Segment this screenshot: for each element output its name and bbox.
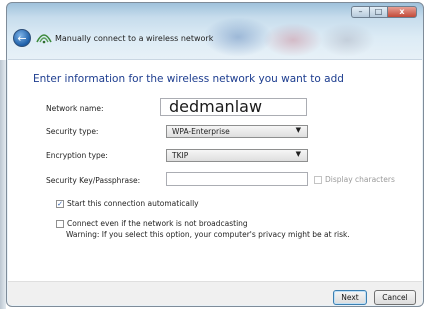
- network-name-input[interactable]: dedmanlaw: [160, 97, 307, 116]
- start-automatically-checkbox[interactable]: ✓: [56, 200, 64, 208]
- security-type-select[interactable]: WPA-Enterprise ▼: [166, 125, 308, 138]
- title-glare: [263, 23, 323, 57]
- window-controls: – □ x: [351, 6, 417, 18]
- start-automatically-label: Start this connection automatically: [67, 199, 199, 208]
- title-bar: – □ x ← Manually connect to a wireless n…: [7, 3, 423, 59]
- display-characters-label: Display characters: [325, 175, 395, 184]
- wizard-content: Enter information for the wireless netwo…: [8, 59, 422, 282]
- close-button[interactable]: x: [387, 6, 417, 18]
- dialog-window: – □ x ← Manually connect to a wireless n…: [6, 2, 424, 307]
- encryption-type-select[interactable]: TKIP ▼: [166, 149, 308, 162]
- chevron-down-icon: ▼: [295, 126, 301, 134]
- encryption-type-label: Encryption type:: [46, 151, 108, 160]
- next-button[interactable]: Next: [333, 290, 367, 305]
- chevron-down-icon: ▼: [295, 150, 301, 158]
- minimize-button[interactable]: –: [351, 6, 369, 18]
- security-key-label: Security Key/Passphrase:: [46, 176, 141, 185]
- back-arrow-icon: ←: [17, 31, 27, 45]
- network-name-value: dedmanlaw: [169, 97, 263, 116]
- back-button[interactable]: ←: [13, 29, 31, 47]
- network-name-label: Network name:: [46, 104, 104, 113]
- wireless-network-icon: [36, 34, 52, 44]
- security-key-input[interactable]: [166, 172, 308, 186]
- security-type-label: Security type:: [46, 127, 99, 136]
- privacy-warning: Warning: If you select this option, your…: [66, 230, 350, 239]
- wizard-footer: Next Cancel: [8, 281, 422, 305]
- title-glare: [319, 23, 375, 57]
- connect-even-label: Connect even if the network is not broad…: [67, 219, 248, 228]
- maximize-button[interactable]: □: [369, 6, 387, 18]
- security-type-value: WPA-Enterprise: [172, 127, 230, 136]
- window-title: Manually connect to a wireless network: [55, 34, 214, 43]
- page-heading: Enter information for the wireless netwo…: [33, 73, 344, 85]
- display-characters-checkbox[interactable]: [314, 176, 322, 184]
- cancel-button[interactable]: Cancel: [374, 290, 416, 305]
- encryption-type-value: TKIP: [172, 151, 189, 160]
- connect-even-checkbox[interactable]: [56, 220, 64, 228]
